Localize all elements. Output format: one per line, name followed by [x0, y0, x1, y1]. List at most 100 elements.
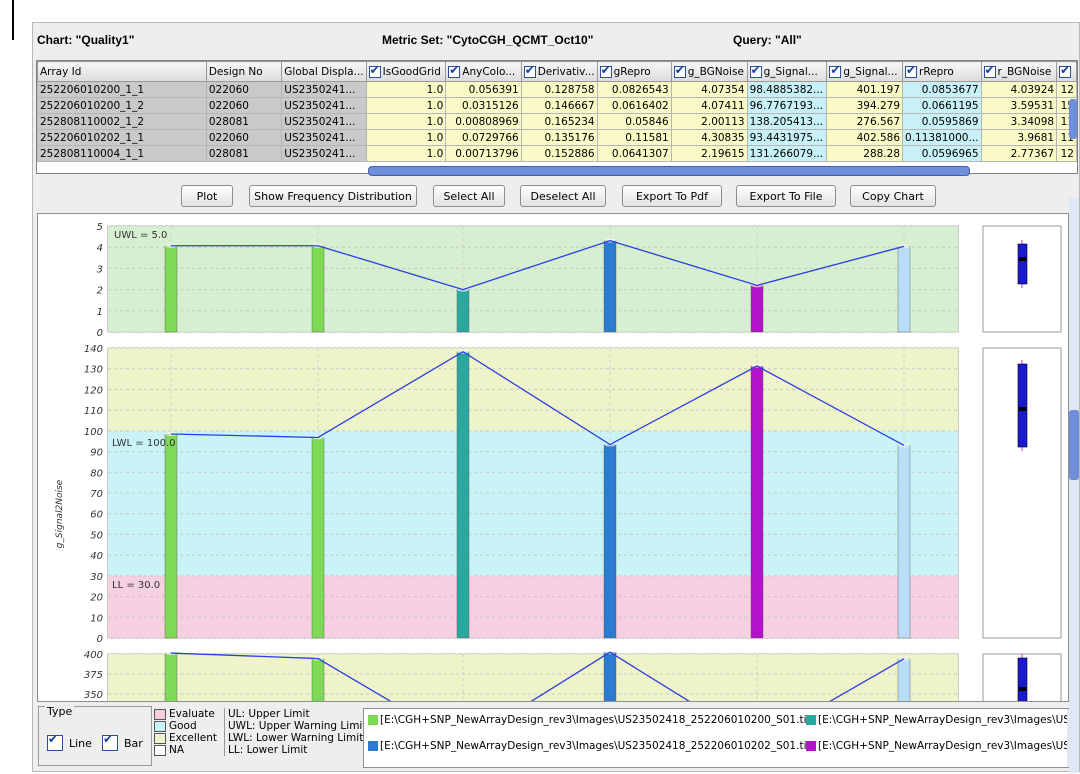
table-cell[interactable]: 1.0	[365, 145, 447, 162]
table-cell[interactable]: 1.0	[365, 97, 447, 114]
table-cell[interactable]: 93.4431975...	[746, 129, 828, 146]
export-to-pdf-button[interactable]: Export To Pdf	[622, 185, 722, 207]
table-cell[interactable]: 0.0596965	[902, 145, 982, 162]
table-cell[interactable]: 1.0	[365, 113, 447, 130]
column-header[interactable]: g_Signal...	[826, 61, 904, 82]
table-cell[interactable]: 022060	[205, 97, 283, 114]
table-horizontal-scrollbar[interactable]	[368, 166, 970, 176]
table-cell[interactable]: 022060	[205, 129, 283, 146]
table-cell[interactable]: 0.135176	[520, 129, 598, 146]
table-cell[interactable]: 402.586	[826, 129, 904, 146]
column-header[interactable]	[1056, 61, 1077, 82]
table-cell[interactable]: 0.146667	[520, 97, 598, 114]
table-cell[interactable]: 394.279	[826, 97, 904, 114]
table-cell[interactable]: US2350241...	[281, 97, 367, 114]
table-cell[interactable]: 276.567	[826, 113, 904, 130]
metrics-table[interactable]: Array Id Design No Global Displa... IsGoodG…	[36, 60, 1078, 174]
table-cell[interactable]: 0.0661195	[902, 97, 982, 114]
line-checkbox[interactable]	[47, 732, 63, 751]
column-checkbox[interactable]	[523, 63, 536, 78]
column-checkbox[interactable]	[599, 63, 612, 78]
table-cell[interactable]: 4.30835	[670, 129, 748, 146]
deselect-all-button[interactable]: Deselect All	[520, 185, 606, 207]
plot-scroll-track[interactable]	[1069, 198, 1079, 773]
table-row[interactable]: 252206010202_1_1 022060 US2350241... 1.0 0.0…	[37, 129, 1077, 146]
table-cell[interactable]: 3.59531	[980, 97, 1058, 114]
bar-checkbox[interactable]	[101, 732, 118, 751]
column-header[interactable]: gRepro	[596, 61, 672, 82]
table-cell[interactable]: US2350241...	[281, 81, 367, 98]
column-header[interactable]: Global Displa...	[281, 61, 367, 82]
file-item-2[interactable]: [E:\CGH+SNP_NewArrayDesign_rev3\Images\U…	[806, 714, 1076, 726]
table-cell[interactable]: 0.0853677	[902, 81, 982, 98]
column-header[interactable]: IsGoodGrid	[365, 61, 447, 82]
table-cell[interactable]: 138.205413...	[746, 113, 828, 130]
table-cell[interactable]: 1.0	[365, 81, 447, 98]
column-header[interactable]: rRepro	[902, 61, 982, 82]
table-cell[interactable]: 252808110004_1_1	[37, 145, 207, 162]
table-row[interactable]: 252206010200_1_1 022060 US2350241... 1.0 0.0…	[37, 81, 1077, 98]
table-row[interactable]: 252808110004_1_1 028081 US2350241... 1.0 0.0…	[37, 145, 1077, 162]
column-checkbox[interactable]	[905, 63, 918, 78]
table-cell[interactable]: 0.11381000...	[902, 129, 982, 146]
table-cell[interactable]: 0.0595869	[902, 113, 982, 130]
column-checkbox[interactable]	[448, 63, 461, 78]
table-cell[interactable]: 0.128758	[520, 81, 598, 98]
table-cell[interactable]: 0.00808969	[445, 113, 522, 130]
column-header[interactable]: r_BGNoise	[980, 61, 1058, 82]
table-row[interactable]: 252808110002_1_2 028081 US2350241... 1.0 0.0…	[37, 113, 1077, 130]
table-cell[interactable]: 12	[1056, 81, 1077, 98]
column-checkbox[interactable]	[1059, 63, 1072, 78]
table-cell[interactable]: 252206010200_1_2	[37, 97, 207, 114]
column-checkbox[interactable]	[829, 63, 842, 78]
table-cell[interactable]: 252808110002_1_2	[37, 113, 207, 130]
table-cell[interactable]: 4.07354	[670, 81, 748, 98]
table-cell[interactable]: 028081	[205, 113, 283, 130]
table-cell[interactable]: 0.11581	[596, 129, 672, 146]
column-checkbox[interactable]	[983, 63, 996, 78]
show-frequency-distribution-button[interactable]: Show Frequency Distribution	[249, 185, 417, 207]
table-cell[interactable]: 0.152886	[520, 145, 598, 162]
table-cell[interactable]: 252206010200_1_1	[37, 81, 207, 98]
column-header[interactable]: Design No	[205, 61, 283, 82]
table-cell[interactable]: 0.0315126	[445, 97, 522, 114]
column-header[interactable]: Derivativ...	[520, 61, 598, 82]
table-cell[interactable]: 3.34098	[980, 113, 1058, 130]
table-cell[interactable]: 0.0826543	[596, 81, 672, 98]
table-cell[interactable]: 0.0641307	[596, 145, 672, 162]
table-vertical-scrollbar[interactable]	[1069, 99, 1077, 139]
table-cell[interactable]: 0.00713796	[445, 145, 522, 162]
table-cell[interactable]: 252206010202_1_1	[37, 129, 207, 146]
column-checkbox[interactable]	[749, 63, 762, 78]
table-cell[interactable]: 0.05846	[596, 113, 672, 130]
column-header[interactable]: g_Signal...	[746, 61, 828, 82]
table-cell[interactable]: 0.0729766	[445, 129, 522, 146]
table-cell[interactable]: 0.0616402	[596, 97, 672, 114]
column-checkbox[interactable]	[673, 63, 686, 78]
column-checkbox[interactable]	[368, 63, 381, 78]
table-cell[interactable]: 2.19615	[670, 145, 748, 162]
table-cell[interactable]: 0.165234	[520, 113, 598, 130]
column-header[interactable]: Array Id	[37, 61, 207, 82]
table-cell[interactable]: 4.07411	[670, 97, 748, 114]
plot-scroll-thumb[interactable]	[1069, 410, 1079, 480]
table-cell[interactable]: 028081	[205, 145, 283, 162]
table-cell[interactable]: 022060	[205, 81, 283, 98]
table-cell[interactable]: 1.0	[365, 129, 447, 146]
table-cell[interactable]: 0.056391	[445, 81, 522, 98]
table-cell[interactable]: 98.4885382...	[746, 81, 828, 98]
table-cell[interactable]: 131.266079...	[746, 145, 828, 162]
table-cell[interactable]: 12	[1056, 145, 1077, 162]
export-to-file-button[interactable]: Export To File	[736, 185, 836, 207]
column-header[interactable]: g_BGNoise	[670, 61, 748, 82]
table-cell[interactable]: 2.00113	[670, 113, 748, 130]
table-row[interactable]: 252206010200_1_2 022060 US2350241... 1.0 0.0…	[37, 97, 1077, 114]
copy-chart-button[interactable]: Copy Chart	[850, 185, 936, 207]
column-header[interactable]: AnyColo...	[445, 61, 522, 82]
table-cell[interactable]: 401.197	[826, 81, 904, 98]
file-item-1[interactable]: [E:\CGH+SNP_NewArrayDesign_rev3\Images\U…	[368, 714, 814, 726]
plot-button[interactable]: Plot	[181, 185, 233, 207]
file-item-4[interactable]: [E:\CGH+SNP_NewArrayDesign_rev3\Images\U…	[806, 740, 1076, 752]
table-cell[interactable]: US2350241...	[281, 113, 367, 130]
table-cell[interactable]: 2.77367	[980, 145, 1058, 162]
